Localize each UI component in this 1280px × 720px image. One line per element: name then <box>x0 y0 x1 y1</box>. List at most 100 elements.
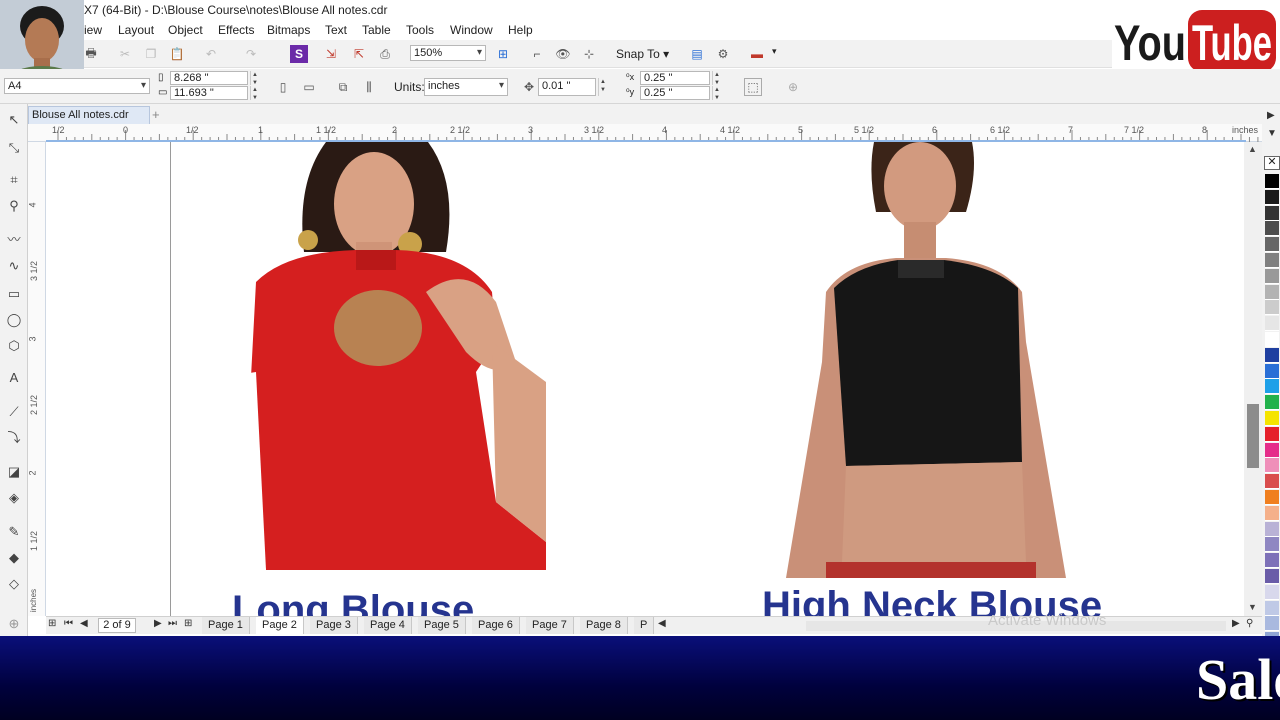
portrait-icon[interactable]: ▯ <box>274 78 292 96</box>
page-height-spinner[interactable]: ▲ ▼ <box>250 86 259 101</box>
polygon-tool-icon[interactable]: ⬡ <box>6 338 22 354</box>
zoom-level-select[interactable]: 150% <box>410 45 486 61</box>
insert-page-after-icon[interactable]: ⊞ <box>184 618 192 629</box>
duplicate-y-spinner[interactable]: ▲ ▼ <box>712 86 721 101</box>
color-swatch[interactable] <box>1265 442 1279 458</box>
color-swatch[interactable] <box>1265 537 1279 553</box>
color-swatch[interactable] <box>1265 474 1279 490</box>
color-swatch[interactable] <box>1265 584 1279 600</box>
color-swatch[interactable] <box>1265 332 1279 347</box>
show-rulers-icon[interactable]: ⌐ <box>528 45 546 63</box>
insert-page-before-icon[interactable]: ⊞ <box>48 618 56 629</box>
first-page-icon[interactable]: ⏮ <box>64 618 73 629</box>
options-icon[interactable]: ▤ <box>688 45 706 63</box>
menu-window[interactable]: Window <box>450 23 493 37</box>
text-tool-icon[interactable]: A <box>6 370 22 386</box>
menu-help[interactable]: Help <box>508 23 533 37</box>
menu-tools[interactable]: Tools <box>406 23 434 37</box>
color-swatch[interactable] <box>1265 411 1279 426</box>
corel-connect-icon[interactable]: S <box>290 45 308 63</box>
color-swatch[interactable] <box>1265 300 1279 316</box>
publish-pdf-icon[interactable]: ⎙ <box>376 45 394 63</box>
color-swatch[interactable] <box>1265 458 1279 474</box>
scroll-down-icon[interactable]: ▼ <box>1248 602 1257 612</box>
duplicate-x-field[interactable]: 0.25 " <box>640 71 710 85</box>
vertical-scrollbar-thumb[interactable] <box>1247 404 1259 468</box>
menu-effects[interactable]: Effects <box>218 23 254 37</box>
snap-to-button[interactable]: Snap To ▾ <box>616 47 669 61</box>
color-swatch[interactable] <box>1265 521 1279 537</box>
menu-layout[interactable]: Layout <box>118 23 154 37</box>
full-screen-icon[interactable]: ⊞ <box>494 45 512 63</box>
redo-icon[interactable]: ↷ <box>242 45 260 63</box>
drop-shadow-tool-icon[interactable]: ◪ <box>6 464 22 480</box>
page-height-field[interactable]: 11.693 " <box>170 86 248 100</box>
page-tab[interactable]: Page 8 <box>580 617 628 634</box>
scroll-up-icon[interactable]: ▲ <box>1248 144 1257 154</box>
color-swatch[interactable] <box>1265 268 1279 284</box>
export-icon[interactable]: ⇱ <box>350 45 368 63</box>
add-tool-icon[interactable]: ⊕ <box>6 616 22 632</box>
last-page-icon[interactable]: ⏭ <box>168 618 177 629</box>
copy-icon[interactable]: ❐ <box>142 45 160 63</box>
all-pages-icon[interactable]: ⧉ <box>334 78 352 96</box>
duplicate-x-spinner[interactable]: ▲ ▼ <box>712 71 721 86</box>
nudge-spinner[interactable]: ▲ ▼ <box>598 78 607 96</box>
transparency-tool-icon[interactable]: ◈ <box>6 490 22 506</box>
zoom-tool-icon[interactable]: ⚲ <box>6 198 22 214</box>
paste-icon[interactable]: 📋 <box>168 45 186 63</box>
page-tab[interactable]: P <box>634 617 655 634</box>
crop-tool-icon[interactable]: ⌗ <box>6 172 22 188</box>
page-width-field[interactable]: 8.268 " <box>170 71 248 85</box>
color-swatch[interactable] <box>1265 189 1279 205</box>
import-icon[interactable]: ⇲ <box>322 45 340 63</box>
freehand-tool-icon[interactable]: 〰 <box>6 232 22 248</box>
menu-object[interactable]: Object <box>168 23 203 37</box>
page-tab[interactable]: Page 6 <box>472 617 520 634</box>
current-page-icon[interactable]: ⫼ <box>360 78 378 96</box>
menu-text[interactable]: Text <box>325 23 347 37</box>
color-swatch[interactable] <box>1265 284 1279 300</box>
vertical-scrollbar[interactable]: ▲ ▼ <box>1244 142 1262 616</box>
color-swatch[interactable] <box>1265 347 1279 363</box>
nudge-distance-field[interactable]: 0.01 " <box>538 78 596 96</box>
landscape-icon[interactable]: ▭ <box>300 78 318 96</box>
menu-view[interactable]: iew <box>84 23 102 37</box>
scroll-right-icon[interactable]: ▶ <box>1232 618 1240 629</box>
treat-as-filled-icon[interactable]: ⬚ <box>744 78 762 96</box>
new-tab-icon[interactable]: + <box>152 107 160 122</box>
color-swatch[interactable] <box>1265 395 1279 411</box>
document-tab[interactable]: Blouse All notes.cdr <box>28 106 150 124</box>
add-icon[interactable]: ⊕ <box>784 78 802 96</box>
menu-bitmaps[interactable]: Bitmaps <box>267 23 310 37</box>
color-swatch[interactable] <box>1265 363 1279 379</box>
connector-tool-icon[interactable]: ⤵ <box>6 430 22 446</box>
page-size-select[interactable]: A4 <box>4 78 150 94</box>
undo-icon[interactable]: ↶ <box>202 45 220 63</box>
ellipse-tool-icon[interactable]: ◯ <box>6 312 22 328</box>
next-page-icon[interactable]: ▶ <box>154 618 162 629</box>
cut-icon[interactable]: ✂ <box>116 45 134 63</box>
show-grid-icon[interactable]: 👁 <box>554 45 572 63</box>
page-width-spinner[interactable]: ▲ ▼ <box>250 71 259 86</box>
color-swatch[interactable] <box>1265 253 1279 268</box>
no-color-swatch[interactable]: ✕ <box>1264 156 1280 170</box>
color-swatch[interactable] <box>1265 316 1279 332</box>
print-icon[interactable]: 🖶 <box>82 45 100 63</box>
view-manager-icon[interactable]: ▬ <box>748 45 766 63</box>
smart-fill-tool-icon[interactable]: ◇ <box>6 576 22 592</box>
color-swatch[interactable] <box>1265 553 1279 569</box>
color-swatch[interactable] <box>1265 426 1279 442</box>
page-tab[interactable]: Page 5 <box>418 617 466 634</box>
page-counter[interactable]: 2 of 9 <box>98 618 136 633</box>
zoom-navigator-icon[interactable]: ⚲ <box>1246 618 1253 629</box>
interactive-fill-tool-icon[interactable]: ◆ <box>6 550 22 566</box>
page-tab-active[interactable]: Page 2 <box>256 617 304 634</box>
show-guidelines-icon[interactable]: ⊹ <box>580 45 598 63</box>
page-tab[interactable]: Page 3 <box>310 617 358 634</box>
color-swatch[interactable] <box>1265 205 1279 221</box>
chevron-down-icon[interactable]: ▾ <box>772 46 777 57</box>
duplicate-y-field[interactable]: 0.25 " <box>640 86 710 100</box>
color-swatch[interactable] <box>1265 379 1279 395</box>
page-tab[interactable]: Page 1 <box>202 617 250 634</box>
